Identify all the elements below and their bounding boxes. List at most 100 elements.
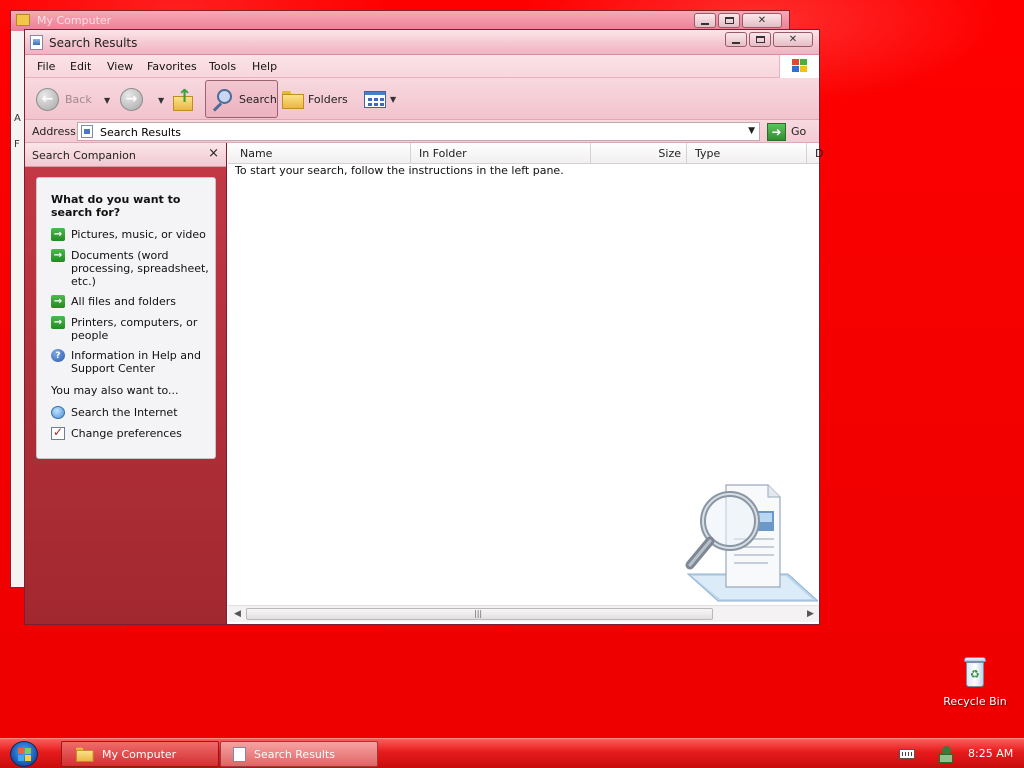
help-icon: ? bbox=[51, 349, 65, 362]
menu-tools[interactable]: Tools bbox=[209, 60, 236, 73]
folders-icon bbox=[282, 91, 304, 109]
maximize-button[interactable] bbox=[718, 13, 740, 28]
network-icon[interactable] bbox=[939, 746, 953, 763]
search-results-window[interactable]: Search Results ✕ File Edit View Favorite… bbox=[24, 29, 823, 625]
search-document-icon bbox=[685, 484, 818, 602]
address-bar: Address Search Results ▼ ➜ Go bbox=[25, 120, 819, 143]
search-companion-pane: Search Companion × What do you want to s… bbox=[25, 143, 227, 624]
views-button[interactable]: ▼ bbox=[364, 82, 396, 116]
search-button[interactable]: Search bbox=[205, 80, 278, 118]
menu-edit[interactable]: Edit bbox=[70, 60, 91, 73]
menu-help[interactable]: Help bbox=[252, 60, 277, 73]
recycle-bin-label: Recycle Bin bbox=[943, 695, 1007, 708]
search-question: What do you want to search for? bbox=[51, 193, 181, 219]
close-button[interactable]: ✕ bbox=[742, 13, 782, 28]
windows-logo bbox=[779, 55, 819, 78]
recycle-bin-icon bbox=[964, 657, 986, 687]
scroll-right-icon[interactable]: ▶ bbox=[807, 609, 814, 619]
window-title: Search Results bbox=[49, 36, 138, 50]
empty-results-message: To start your search, follow the instruc… bbox=[235, 164, 564, 177]
forward-history-dropdown[interactable]: ▼ bbox=[158, 96, 164, 105]
back-arrow-icon: ← bbox=[36, 87, 59, 111]
option-documents[interactable]: → Documents (word processing, spreadshee… bbox=[51, 249, 211, 288]
green-arrow-icon: → bbox=[51, 228, 65, 241]
search-icon bbox=[210, 88, 233, 112]
option-printers-computers-people[interactable]: → Printers, computers, or people bbox=[51, 316, 211, 342]
back-button[interactable]: ← Back bbox=[36, 82, 92, 116]
up-folder-icon bbox=[171, 86, 193, 111]
taskbar-search-results[interactable]: Search Results bbox=[220, 741, 378, 767]
menu-letter: F bbox=[14, 139, 20, 150]
go-button[interactable]: ➜ Go bbox=[767, 122, 806, 141]
desktop: My Computer ✕ A F Search Results ✕ File … bbox=[0, 0, 1024, 738]
taskbar-button-label: My Computer bbox=[102, 747, 177, 761]
taskbar-my-computer[interactable]: My Computer bbox=[61, 741, 219, 767]
menu-favorites[interactable]: Favorites bbox=[147, 60, 197, 73]
column-date[interactable]: D bbox=[807, 143, 823, 164]
scroll-left-icon[interactable]: ◀ bbox=[234, 609, 241, 619]
go-arrow-icon: ➜ bbox=[767, 122, 786, 141]
toolbar: ← Back ▼ → ▼ Search Folders bbox=[25, 78, 819, 120]
back-history-dropdown[interactable]: ▼ bbox=[104, 96, 110, 105]
taskbar: My Computer Search Results 8:25 AM bbox=[0, 738, 1024, 768]
folder-icon bbox=[16, 14, 30, 26]
scroll-grip-icon: ||| bbox=[474, 609, 483, 618]
forward-arrow-icon: → bbox=[120, 87, 143, 111]
menu-file[interactable]: File bbox=[37, 60, 55, 73]
recycle-bin-shortcut[interactable]: Recycle Bin bbox=[940, 655, 1010, 711]
forward-button[interactable]: → bbox=[120, 82, 143, 116]
address-input[interactable]: Search Results ▼ bbox=[77, 122, 760, 141]
minimize-button[interactable] bbox=[694, 13, 716, 28]
green-arrow-icon: → bbox=[51, 249, 65, 262]
keyboard-icon[interactable] bbox=[899, 749, 915, 759]
option-label: Documents (word processing, spreadsheet,… bbox=[71, 249, 209, 288]
option-label: Change preferences bbox=[71, 427, 182, 440]
option-change-preferences[interactable]: Change preferences bbox=[51, 425, 211, 440]
address-label: Address bbox=[32, 125, 76, 138]
green-arrow-icon: → bbox=[51, 295, 65, 308]
search-companion-title: Search Companion bbox=[32, 149, 136, 162]
start-button[interactable] bbox=[10, 741, 38, 767]
green-arrow-icon: → bbox=[51, 316, 65, 329]
search-companion-panel: What do you want to search for? → Pictur… bbox=[36, 177, 216, 459]
menu-view[interactable]: View bbox=[107, 60, 133, 73]
minimize-button[interactable] bbox=[725, 32, 747, 47]
close-button[interactable]: ✕ bbox=[773, 32, 813, 47]
address-value: Search Results bbox=[100, 126, 182, 139]
search-results-icon bbox=[81, 125, 93, 138]
search-results-icon bbox=[233, 746, 246, 762]
views-icon bbox=[364, 90, 386, 108]
option-search-internet[interactable]: Search the Internet bbox=[51, 406, 211, 419]
window-titlebar[interactable]: Search Results ✕ bbox=[25, 30, 819, 55]
scrollbar-thumb[interactable]: ||| bbox=[246, 608, 713, 620]
folders-button[interactable]: Folders bbox=[282, 82, 348, 116]
column-name[interactable]: Name bbox=[228, 143, 411, 164]
results-list[interactable]: Name In Folder Size Type D To start your… bbox=[228, 143, 823, 624]
column-size[interactable]: Size bbox=[591, 143, 687, 164]
option-label: Information in Help and Support Center bbox=[71, 349, 201, 375]
my-computer-titlebar[interactable]: My Computer ✕ bbox=[11, 11, 789, 31]
back-label: Back bbox=[65, 92, 92, 106]
up-folder-button[interactable] bbox=[171, 82, 193, 116]
clock[interactable]: 8:25 AM bbox=[968, 747, 1013, 760]
horizontal-scrollbar[interactable]: ◀ ||| ▶ bbox=[228, 605, 819, 622]
search-label: Search bbox=[239, 92, 277, 106]
column-header: Name In Folder Size Type D bbox=[228, 143, 823, 164]
close-pane-button[interactable]: × bbox=[208, 146, 219, 161]
option-label: Printers, computers, or people bbox=[71, 316, 198, 342]
address-dropdown-icon[interactable]: ▼ bbox=[748, 126, 755, 136]
internet-search-icon bbox=[51, 406, 65, 419]
taskbar-button-label: Search Results bbox=[254, 747, 336, 761]
option-all-files-folders[interactable]: → All files and folders bbox=[51, 295, 211, 308]
option-pictures-music-video[interactable]: → Pictures, music, or video bbox=[51, 228, 211, 241]
column-in-folder[interactable]: In Folder bbox=[411, 143, 591, 164]
column-type[interactable]: Type bbox=[687, 143, 807, 164]
option-label: Pictures, music, or video bbox=[71, 228, 206, 241]
option-help-support[interactable]: ? Information in Help and Support Center bbox=[51, 349, 211, 375]
maximize-button[interactable] bbox=[749, 32, 771, 47]
menu-bar: File Edit View Favorites Tools Help bbox=[25, 55, 819, 78]
go-label: Go bbox=[791, 125, 807, 138]
option-label: Search the Internet bbox=[71, 406, 178, 419]
folder-icon bbox=[76, 747, 94, 763]
folders-label: Folders bbox=[308, 92, 348, 106]
